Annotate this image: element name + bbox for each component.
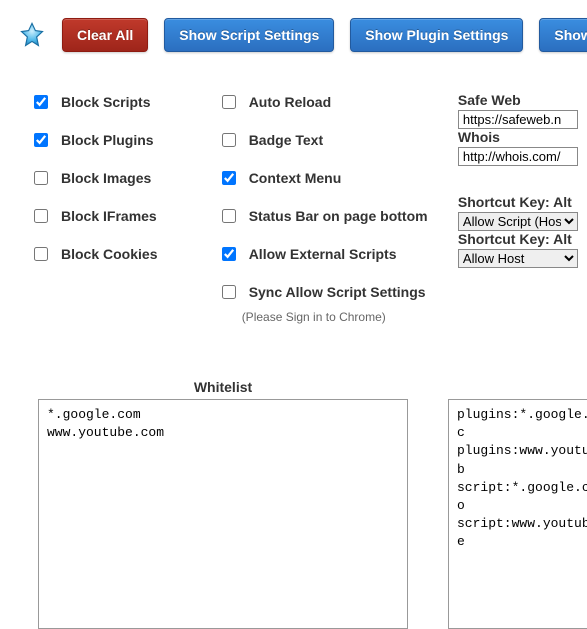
block-options-column: Block Scripts Block Plugins Block Images… (18, 92, 176, 264)
auto-reload-row[interactable]: Auto Reload (218, 92, 428, 112)
allow-external-scripts-row[interactable]: Allow External Scripts (218, 244, 428, 264)
allow-external-scripts-label: Allow External Scripts (249, 246, 397, 262)
show-image-settings-button[interactable]: Show Imag (539, 18, 587, 52)
whitelist-title: Whitelist (38, 379, 408, 395)
badge-text-checkbox[interactable] (222, 133, 236, 147)
block-images-row[interactable]: Block Images (30, 168, 176, 188)
sync-allow-script-checkbox[interactable] (222, 285, 236, 299)
context-menu-row[interactable]: Context Menu (218, 168, 428, 188)
settings-fields-column: Safe Web Whois Shortcut Key: Alt Allow S… (458, 92, 587, 278)
status-bar-label: Status Bar on page bottom (249, 208, 428, 224)
shortcut-key-1-select[interactable]: Allow Script (Hos (458, 212, 578, 231)
status-bar-checkbox[interactable] (222, 209, 236, 223)
block-cookies-row[interactable]: Block Cookies (30, 244, 176, 264)
status-bar-row[interactable]: Status Bar on page bottom (218, 206, 428, 226)
shortcut-key-1-label: Shortcut Key: Alt (458, 194, 587, 210)
badge-text-label: Badge Text (249, 132, 323, 148)
whitelist-column: Whitelist (38, 379, 408, 629)
context-menu-checkbox[interactable] (222, 171, 236, 185)
block-iframes-label: Block IFrames (61, 208, 157, 224)
block-cookies-checkbox[interactable] (34, 247, 48, 261)
rules-title (448, 379, 587, 395)
block-images-checkbox[interactable] (34, 171, 48, 185)
block-plugins-label: Block Plugins (61, 132, 154, 148)
whois-label: Whois (458, 129, 587, 145)
auto-reload-checkbox[interactable] (222, 95, 236, 109)
star-icon (18, 21, 46, 49)
block-images-label: Block Images (61, 170, 151, 186)
safe-web-input[interactable] (458, 110, 578, 129)
shortcut-key-2-select[interactable]: Allow Host (458, 249, 578, 268)
block-iframes-row[interactable]: Block IFrames (30, 206, 176, 226)
block-plugins-checkbox[interactable] (34, 133, 48, 147)
sync-hint: (Please Sign in to Chrome) (218, 310, 428, 324)
shortcut-key-2-label: Shortcut Key: Alt (458, 231, 587, 247)
sync-allow-script-label: Sync Allow Script Settings (249, 284, 426, 300)
rules-column (448, 379, 587, 629)
block-scripts-checkbox[interactable] (34, 95, 48, 109)
block-cookies-label: Block Cookies (61, 246, 157, 262)
clear-all-button[interactable]: Clear All (62, 18, 148, 52)
block-scripts-label: Block Scripts (61, 94, 150, 110)
sync-allow-script-row[interactable]: Sync Allow Script Settings (218, 282, 428, 302)
auto-reload-label: Auto Reload (249, 94, 331, 110)
show-script-settings-button[interactable]: Show Script Settings (164, 18, 334, 52)
allow-external-scripts-checkbox[interactable] (222, 247, 236, 261)
safe-web-label: Safe Web (458, 92, 587, 108)
block-plugins-row[interactable]: Block Plugins (30, 130, 176, 150)
context-menu-label: Context Menu (249, 170, 342, 186)
misc-options-column: Auto Reload Badge Text Context Menu Stat… (206, 92, 428, 324)
whitelist-textarea[interactable] (38, 399, 408, 629)
show-plugin-settings-button[interactable]: Show Plugin Settings (350, 18, 523, 52)
rules-textarea[interactable] (448, 399, 587, 629)
whois-input[interactable] (458, 147, 578, 166)
badge-text-row[interactable]: Badge Text (218, 130, 428, 150)
block-scripts-row[interactable]: Block Scripts (30, 92, 176, 112)
block-iframes-checkbox[interactable] (34, 209, 48, 223)
